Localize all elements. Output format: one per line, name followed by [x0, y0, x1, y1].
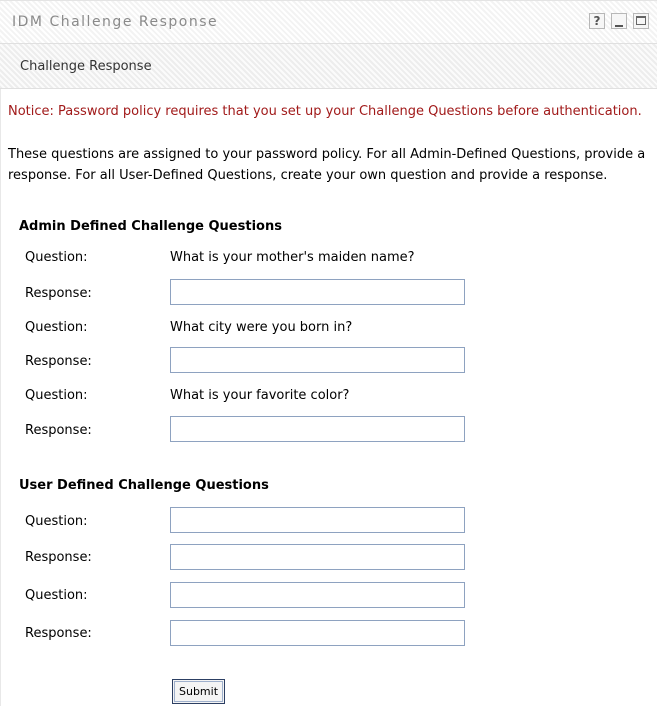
admin-question-label-1: Question: [25, 250, 88, 265]
admin-question-label-3: Question: [25, 388, 88, 403]
user-question-input-1[interactable] [170, 507, 465, 533]
page-title: Challenge Response [20, 59, 152, 74]
minimize-icon[interactable] [611, 13, 627, 29]
user-response-input-2[interactable] [170, 620, 465, 646]
submit-button[interactable]: Submit [172, 679, 225, 704]
window-title: IDM Challenge Response [12, 14, 219, 30]
policy-notice: Notice: Password policy requires that yo… [8, 104, 642, 119]
help-icon[interactable]: ? [589, 13, 605, 29]
admin-question-text-2: What city were you born in? [170, 320, 353, 335]
admin-question-text-3: What is your favorite color? [170, 388, 350, 403]
user-response-label-2: Response: [25, 626, 92, 641]
left-border [0, 0, 1, 706]
admin-section-title: Admin Defined Challenge Questions [19, 219, 282, 234]
admin-response-input-1[interactable] [170, 279, 465, 305]
maximize-icon[interactable] [633, 13, 649, 29]
admin-question-text-1: What is your mother's maiden name? [170, 250, 415, 265]
instructions-text: These questions are assigned to your pas… [8, 147, 646, 183]
admin-response-label-3: Response: [25, 423, 92, 438]
admin-response-input-3[interactable] [170, 416, 465, 442]
user-question-label-1: Question: [25, 514, 88, 529]
user-section-title: User Defined Challenge Questions [19, 478, 269, 493]
user-question-input-2[interactable] [170, 582, 465, 608]
admin-response-label-2: Response: [25, 354, 92, 369]
admin-response-input-2[interactable] [170, 347, 465, 373]
window-title-bar: IDM Challenge Response ? [0, 0, 657, 43]
admin-question-label-2: Question: [25, 320, 88, 335]
user-response-input-1[interactable] [170, 544, 465, 570]
user-response-label-1: Response: [25, 550, 92, 565]
user-question-label-2: Question: [25, 588, 88, 603]
admin-response-label-1: Response: [25, 286, 92, 301]
page-header: Challenge Response [0, 43, 657, 89]
